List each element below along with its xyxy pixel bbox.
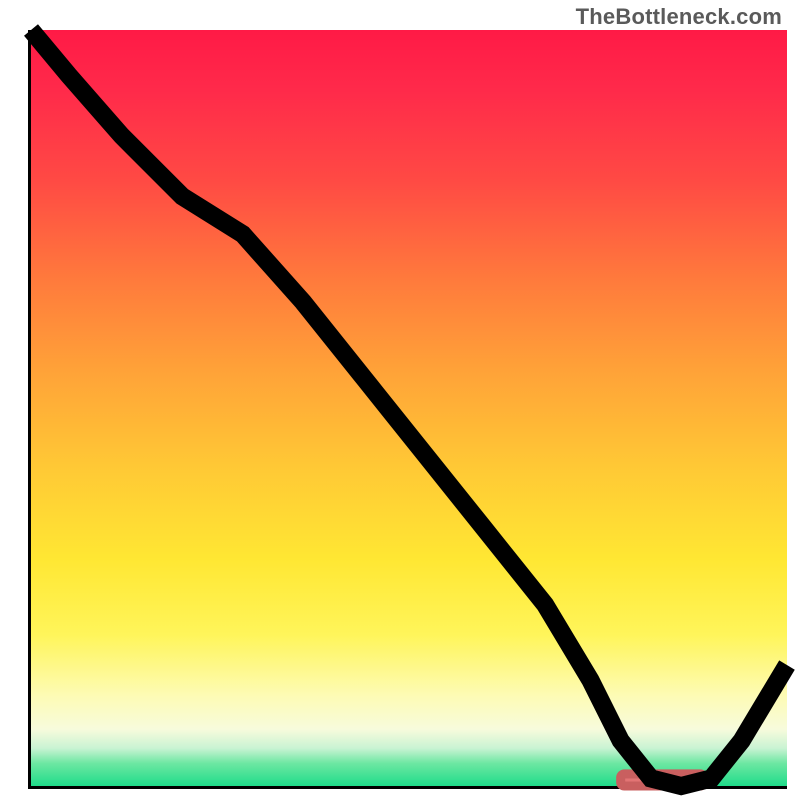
curve-line <box>31 30 787 786</box>
plot-area <box>28 30 787 789</box>
watermark-label: TheBottleneck.com <box>576 4 782 30</box>
chart-svg <box>31 30 787 786</box>
chart-stage: TheBottleneck.com <box>0 0 800 800</box>
